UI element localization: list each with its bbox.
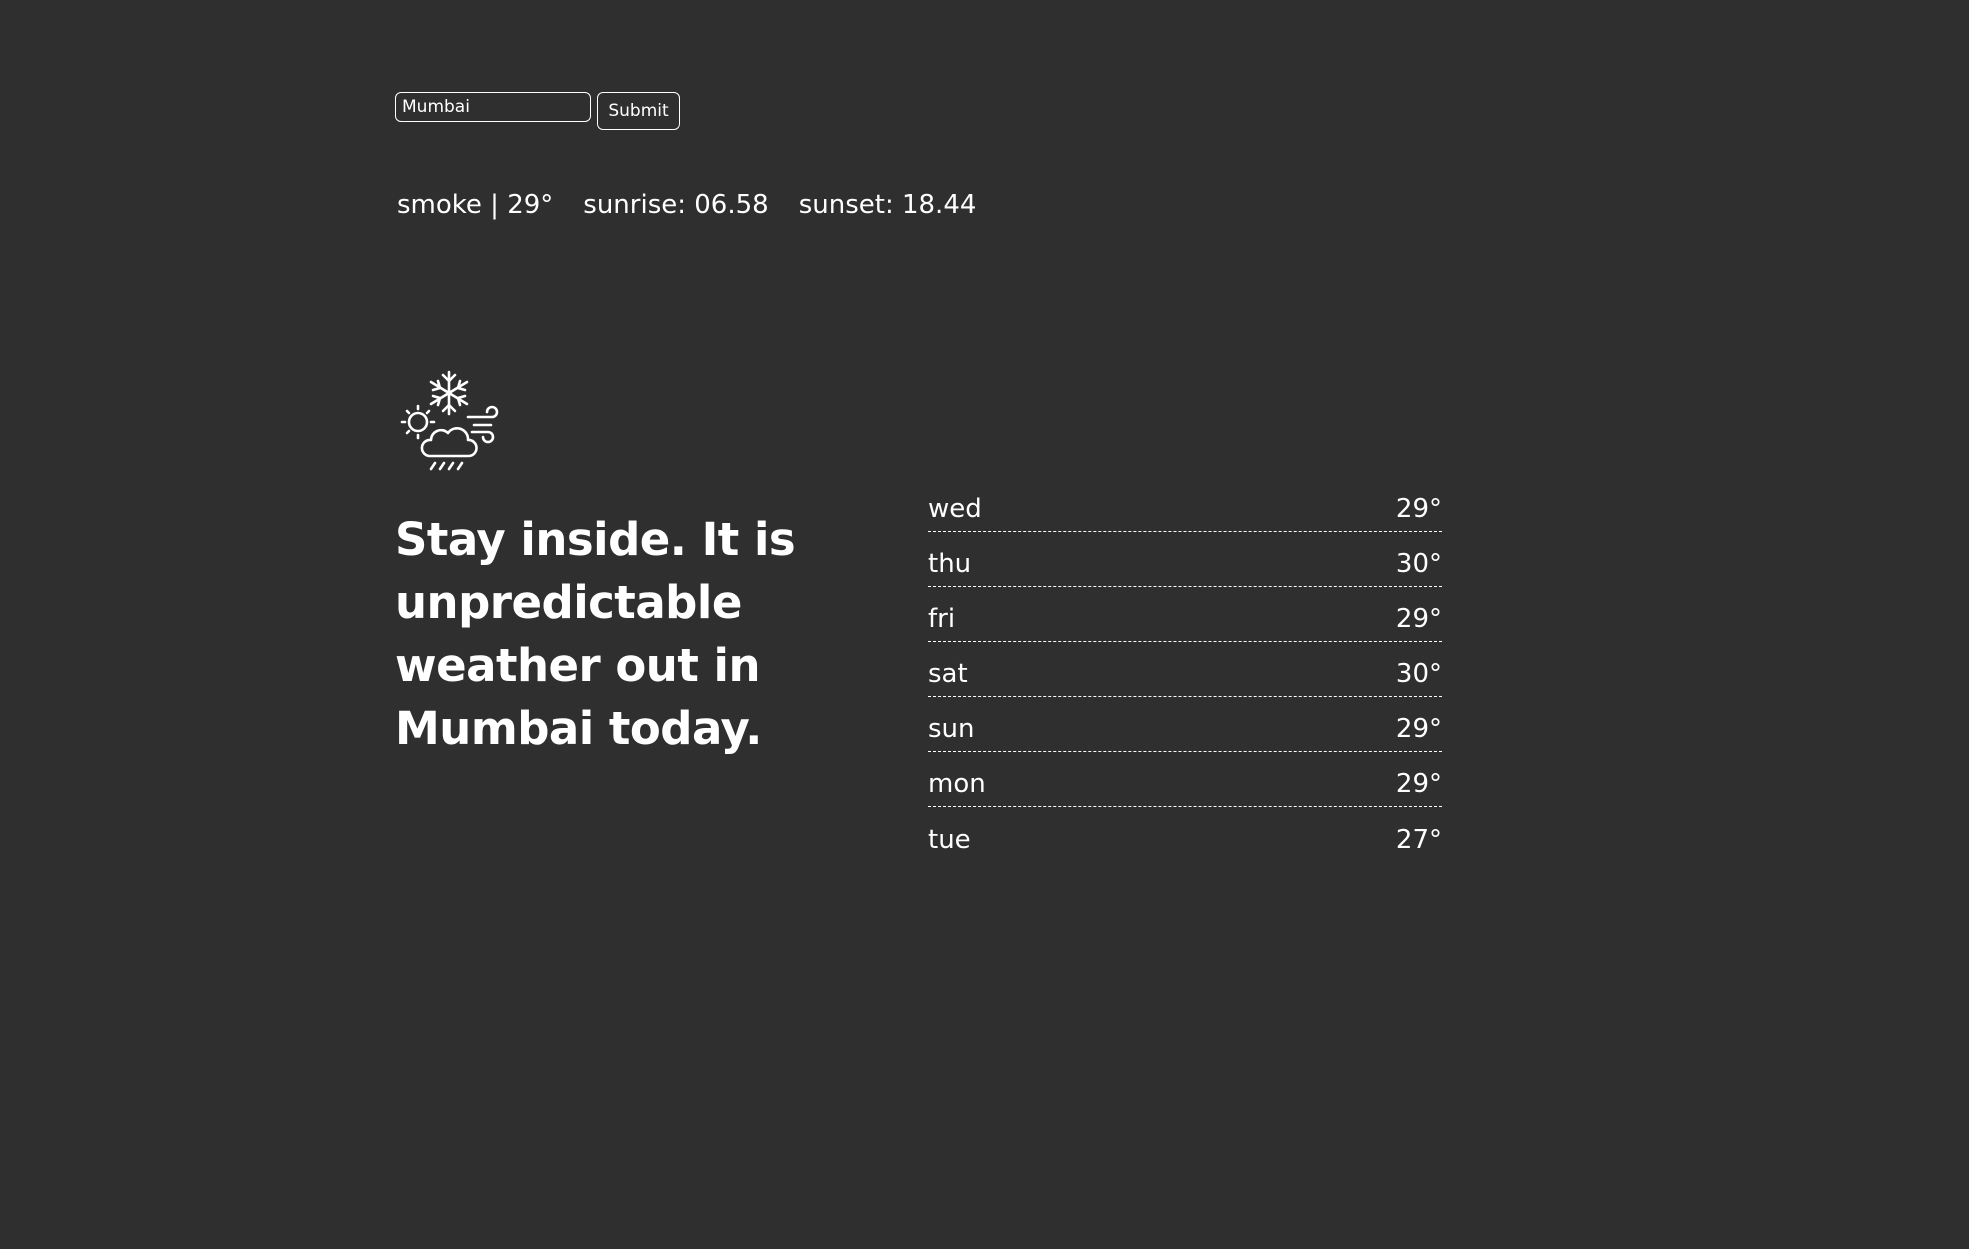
weekly-forecast: wed 29° thu 30° fri 29° sat 30° sun 29° … bbox=[928, 477, 1442, 862]
forecast-day: sat bbox=[928, 659, 968, 689]
forecast-day: fri bbox=[928, 604, 956, 634]
city-search-input[interactable] bbox=[395, 92, 591, 122]
sunrise-time: sunrise: 06.58 bbox=[583, 190, 769, 220]
city-search-form: Submit bbox=[395, 92, 680, 130]
snow-sun-cloud-rain-wind-icon bbox=[400, 370, 499, 471]
forecast-day: sun bbox=[928, 714, 975, 744]
forecast-row: sun 29° bbox=[928, 697, 1442, 752]
weather-headline: Stay inside. It is unpredictable weather… bbox=[395, 513, 796, 755]
forecast-row: tue 27° bbox=[928, 807, 1442, 862]
forecast-temp: 27° bbox=[1395, 825, 1442, 855]
forecast-temp: 29° bbox=[1395, 769, 1442, 799]
submit-button[interactable]: Submit bbox=[597, 92, 680, 130]
forecast-temp: 29° bbox=[1395, 714, 1442, 744]
forecast-temp: 29° bbox=[1395, 604, 1442, 634]
forecast-day: thu bbox=[928, 549, 972, 579]
current-conditions: smoke | 29° sunrise: 06.58 sunset: 18.44 bbox=[397, 185, 976, 225]
forecast-day: wed bbox=[928, 494, 982, 524]
forecast-row: wed 29° bbox=[928, 477, 1442, 532]
forecast-day: tue bbox=[928, 825, 971, 855]
forecast-row: fri 29° bbox=[928, 587, 1442, 642]
forecast-day: mon bbox=[928, 769, 986, 799]
sunset-time: sunset: 18.44 bbox=[798, 190, 977, 220]
condition-temperature: smoke | 29° bbox=[397, 190, 554, 220]
forecast-row: sat 30° bbox=[928, 642, 1442, 697]
forecast-row: thu 30° bbox=[928, 532, 1442, 587]
forecast-temp: 30° bbox=[1395, 549, 1442, 579]
forecast-temp: 29° bbox=[1395, 494, 1442, 524]
forecast-row: mon 29° bbox=[928, 752, 1442, 807]
forecast-temp: 30° bbox=[1395, 659, 1442, 689]
